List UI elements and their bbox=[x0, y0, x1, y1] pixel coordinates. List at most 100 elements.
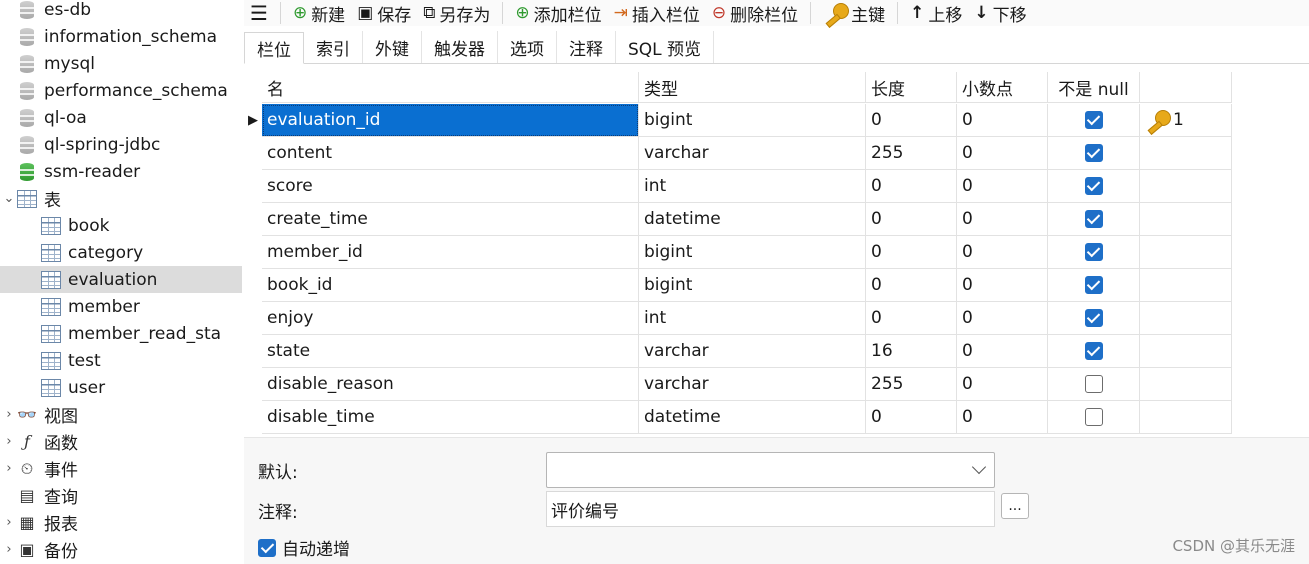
field-decimal-cell[interactable]: 0 bbox=[957, 236, 1048, 269]
tree-item-database[interactable]: es-db bbox=[0, 0, 242, 23]
tree-item-database[interactable]: ql-spring-jdbc bbox=[0, 131, 242, 158]
table-row[interactable]: score int 0 0 bbox=[262, 170, 1232, 203]
table-row[interactable]: member_id bigint 0 0 bbox=[262, 236, 1232, 269]
not-null-cell[interactable] bbox=[1048, 104, 1140, 137]
field-decimal-cell[interactable]: 0 bbox=[957, 170, 1048, 203]
field-name-cell[interactable]: score bbox=[262, 170, 639, 203]
tree-group-tables[interactable]: ⌄ 表 bbox=[0, 185, 242, 212]
field-length-cell[interactable]: 0 bbox=[866, 401, 957, 434]
field-name-cell[interactable]: member_id bbox=[262, 236, 639, 269]
field-name-cell[interactable]: content bbox=[262, 137, 639, 170]
comment-input[interactable]: 评价编号 bbox=[546, 491, 995, 527]
new-button[interactable]: ⊕ 新建 bbox=[287, 1, 351, 26]
not-null-cell[interactable] bbox=[1048, 203, 1140, 236]
table-row[interactable]: disable_time datetime 0 0 bbox=[262, 401, 1232, 434]
table-row[interactable]: book_id bigint 0 0 bbox=[262, 269, 1232, 302]
not-null-cell[interactable] bbox=[1048, 137, 1140, 170]
column-header-type[interactable]: 类型 bbox=[639, 72, 866, 103]
tree-group-backup[interactable]: › ▣ 备份 bbox=[0, 536, 242, 563]
not-null-checkbox[interactable] bbox=[1084, 276, 1103, 294]
tree-item-table[interactable]: user bbox=[0, 374, 242, 401]
field-name-cell[interactable]: state bbox=[262, 335, 639, 368]
tree-item-table[interactable]: evaluation bbox=[0, 266, 242, 293]
move-down-button[interactable]: ↓ 下移 bbox=[968, 1, 1032, 26]
table-row[interactable]: enjoy int 0 0 bbox=[262, 302, 1232, 335]
table-row[interactable]: create_time datetime 0 0 bbox=[262, 203, 1232, 236]
auto-increment-checkbox[interactable] bbox=[258, 538, 276, 557]
save-button[interactable]: ▣ 保存 bbox=[351, 1, 417, 26]
default-value-combo[interactable] bbox=[546, 452, 995, 488]
tree-group-report[interactable]: › ▦ 报表 bbox=[0, 509, 242, 536]
tree-group-glasses[interactable]: › 👓 视图 bbox=[0, 401, 242, 428]
chevron-right-icon[interactable]: › bbox=[2, 542, 16, 557]
chevron-right-icon[interactable]: › bbox=[2, 515, 16, 530]
primary-key-button[interactable]: 主键 bbox=[817, 1, 891, 26]
tab-6[interactable]: SQL 预览 bbox=[616, 31, 715, 63]
field-length-cell[interactable]: 255 bbox=[866, 368, 957, 401]
save-as-button[interactable]: ⧉ 另存为 bbox=[417, 1, 496, 26]
field-type-cell[interactable]: bigint bbox=[639, 236, 866, 269]
not-null-checkbox[interactable] bbox=[1084, 144, 1103, 162]
field-decimal-cell[interactable]: 0 bbox=[957, 302, 1048, 335]
field-length-cell[interactable]: 0 bbox=[866, 170, 957, 203]
field-type-cell[interactable]: varchar bbox=[639, 368, 866, 401]
not-null-checkbox[interactable] bbox=[1084, 342, 1103, 360]
field-length-cell[interactable]: 0 bbox=[866, 203, 957, 236]
field-decimal-cell[interactable]: 0 bbox=[957, 104, 1048, 137]
field-name-cell[interactable]: create_time bbox=[262, 203, 639, 236]
field-length-cell[interactable]: 0 bbox=[866, 269, 957, 302]
tree-item-database[interactable]: performance_schema bbox=[0, 77, 242, 104]
tree-item-database[interactable]: ssm-reader bbox=[0, 158, 242, 185]
tree-item-table[interactable]: member bbox=[0, 293, 242, 320]
table-row[interactable]: content varchar 255 0 bbox=[262, 137, 1232, 170]
not-null-checkbox[interactable] bbox=[1084, 111, 1103, 129]
table-row[interactable]: evaluation_id bigint 0 0 1 bbox=[262, 104, 1232, 137]
tab-0[interactable]: 栏位 bbox=[244, 32, 304, 64]
field-type-cell[interactable]: int bbox=[639, 170, 866, 203]
delete-field-button[interactable]: ⊖ 删除栏位 bbox=[706, 1, 804, 26]
column-header-name[interactable]: 名 bbox=[262, 72, 639, 103]
field-type-cell[interactable]: varchar bbox=[639, 137, 866, 170]
field-length-cell[interactable]: 16 bbox=[866, 335, 957, 368]
column-header-decimal[interactable]: 小数点 bbox=[957, 72, 1048, 103]
field-length-cell[interactable]: 0 bbox=[866, 104, 957, 137]
tree-item-table[interactable]: member_read_sta bbox=[0, 320, 242, 347]
tab-1[interactable]: 索引 bbox=[304, 31, 363, 63]
field-decimal-cell[interactable]: 0 bbox=[957, 401, 1048, 434]
field-decimal-cell[interactable]: 0 bbox=[957, 269, 1048, 302]
tree-item-database[interactable]: ql-oa bbox=[0, 104, 242, 131]
tab-4[interactable]: 选项 bbox=[498, 31, 557, 63]
field-name-cell[interactable]: evaluation_id bbox=[262, 104, 639, 137]
field-name-cell[interactable]: enjoy bbox=[262, 302, 639, 335]
field-type-cell[interactable]: int bbox=[639, 302, 866, 335]
field-name-cell[interactable]: book_id bbox=[262, 269, 639, 302]
not-null-cell[interactable] bbox=[1048, 401, 1140, 434]
column-header-length[interactable]: 长度 bbox=[866, 72, 957, 103]
not-null-cell[interactable] bbox=[1048, 236, 1140, 269]
column-header-not-null[interactable]: 不是 null bbox=[1048, 72, 1140, 103]
chevron-right-icon[interactable]: › bbox=[2, 407, 16, 422]
not-null-cell[interactable] bbox=[1048, 302, 1140, 335]
move-up-button[interactable]: ↑ 上移 bbox=[904, 1, 968, 26]
tree-item-database[interactable]: mysql bbox=[0, 50, 242, 77]
not-null-checkbox[interactable] bbox=[1084, 210, 1103, 228]
field-decimal-cell[interactable]: 0 bbox=[957, 335, 1048, 368]
chevron-right-icon[interactable]: › bbox=[2, 434, 16, 449]
column-header-key[interactable] bbox=[1140, 72, 1232, 103]
not-null-checkbox[interactable] bbox=[1084, 243, 1103, 261]
not-null-cell[interactable] bbox=[1048, 170, 1140, 203]
auto-increment-option[interactable]: 自动递增 bbox=[258, 535, 350, 560]
field-decimal-cell[interactable]: 0 bbox=[957, 368, 1048, 401]
tree-group-event-clock[interactable]: › ⏲ 事件 bbox=[0, 455, 242, 482]
field-length-cell[interactable]: 0 bbox=[866, 302, 957, 335]
tree-group-function[interactable]: › ƒ 函数 bbox=[0, 428, 242, 455]
table-row[interactable]: state varchar 16 0 bbox=[262, 335, 1232, 368]
not-null-cell[interactable] bbox=[1048, 269, 1140, 302]
tree-item-table[interactable]: book bbox=[0, 212, 242, 239]
chevron-right-icon[interactable]: › bbox=[2, 461, 16, 476]
tree-group-query[interactable]: ▤ 查询 bbox=[0, 482, 242, 509]
tab-3[interactable]: 触发器 bbox=[422, 31, 498, 63]
insert-field-button[interactable]: ⇥ 插入栏位 bbox=[608, 1, 706, 26]
field-type-cell[interactable]: bigint bbox=[639, 269, 866, 302]
field-type-cell[interactable]: bigint bbox=[639, 104, 866, 137]
